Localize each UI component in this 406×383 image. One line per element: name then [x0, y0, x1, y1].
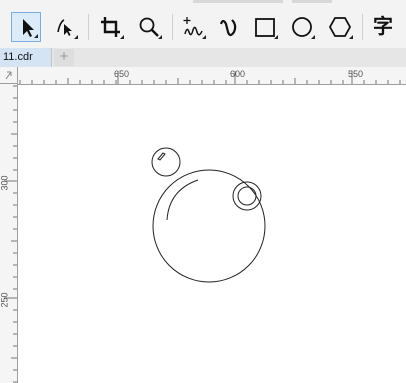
document-tab[interactable]: 11.cdr [0, 48, 52, 67]
zoom-tool-button[interactable] [134, 12, 164, 42]
ruler-label: 600 [230, 69, 246, 79]
artistic-media-icon [219, 19, 237, 37]
new-tab-button[interactable]: + [54, 49, 74, 66]
rectangle-tool-button[interactable] [250, 12, 280, 42]
artistic-media-tool-button[interactable] [214, 12, 244, 42]
ring-bubble-inner[interactable] [237, 186, 257, 206]
crop-tool-button[interactable] [96, 12, 126, 42]
large-bubble-highlight[interactable] [166, 179, 199, 221]
document-tab-bar: 11.cdr + [0, 48, 406, 67]
ellipse-tool-button[interactable] [287, 12, 317, 42]
vertical-ruler-ticks [4, 85, 17, 383]
property-field[interactable] [193, 0, 283, 3]
ruler-label: 550 [348, 69, 364, 79]
ruler-origin[interactable] [0, 67, 18, 84]
pick-tool-button[interactable] [11, 12, 41, 42]
small-bubble[interactable] [151, 147, 181, 177]
text-glyph-icon: 字 [373, 16, 393, 38]
small-bubble-highlight[interactable] [157, 152, 166, 161]
polygon-tool-button[interactable] [325, 12, 355, 42]
freehand-tool-button[interactable] [178, 12, 208, 42]
drawing-canvas[interactable] [18, 85, 406, 383]
ruler-origin-icon [5, 71, 12, 80]
property-field-2[interactable] [292, 0, 332, 3]
drawing-content [151, 147, 266, 283]
shape-tool-button[interactable] [50, 12, 80, 42]
text-tool-button[interactable]: 字 [368, 12, 398, 42]
toolbox: 字 [0, 0, 406, 49]
ruler-label: 250 [0, 292, 10, 308]
ruler-label: 650 [114, 69, 130, 79]
horizontal-ruler[interactable]: 650 600 550 [18, 67, 406, 85]
vertical-ruler[interactable]: 300 250 [0, 84, 18, 383]
ruler-label: 300 [0, 175, 10, 191]
arrow-pointer-icon [23, 19, 34, 37]
